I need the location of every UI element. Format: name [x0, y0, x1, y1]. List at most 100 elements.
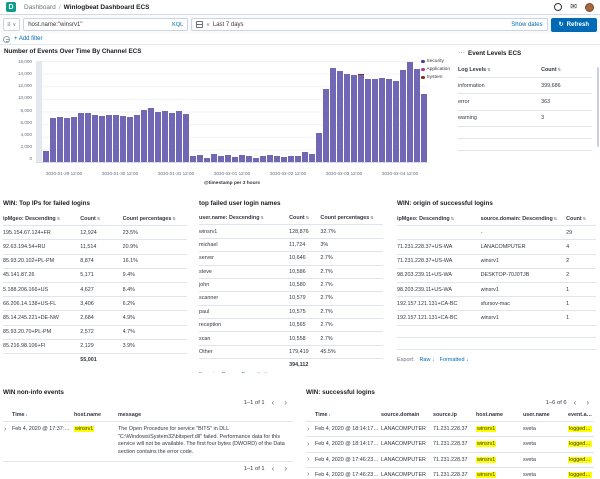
bar[interactable] — [218, 156, 224, 162]
bar[interactable] — [295, 156, 301, 162]
expand-row-icon[interactable]: › — [306, 422, 315, 436]
bar[interactable] — [141, 110, 147, 162]
bar[interactable] — [113, 115, 119, 162]
bar[interactable] — [204, 158, 210, 162]
filter-options-icon[interactable] — [3, 36, 10, 43]
expand-row-icon[interactable]: › — [306, 468, 315, 479]
bar[interactable] — [106, 115, 112, 162]
bar[interactable] — [372, 79, 378, 162]
show-dates-link[interactable]: Show dates — [511, 22, 542, 28]
next-page-icon[interactable]: › — [583, 399, 592, 407]
bar[interactable] — [365, 79, 371, 162]
bar[interactable] — [316, 133, 322, 162]
legend-item-security[interactable]: Security — [421, 59, 450, 64]
bar[interactable] — [120, 116, 126, 162]
bar[interactable] — [379, 78, 385, 162]
scrollbar[interactable] — [597, 67, 600, 147]
prev-page-icon[interactable]: ‹ — [571, 399, 580, 407]
column-header-username[interactable]: user.name: Descending — [199, 212, 289, 224]
bar[interactable] — [344, 74, 350, 162]
bar[interactable] — [148, 108, 154, 162]
column-header-event-action[interactable]: event.action — [568, 408, 594, 421]
bar[interactable] — [155, 112, 161, 162]
bar[interactable] — [169, 113, 175, 162]
bar[interactable] — [43, 151, 49, 162]
kql-label[interactable]: KQL — [168, 22, 183, 28]
bar[interactable] — [64, 118, 70, 162]
bar[interactable] — [386, 79, 392, 162]
column-header-count[interactable]: Count — [566, 212, 596, 225]
newsfeed-icon[interactable]: ✉ — [570, 3, 577, 11]
bar[interactable] — [78, 113, 84, 162]
bar[interactable] — [351, 75, 357, 162]
panel-options-icon[interactable]: ⋯ — [458, 50, 465, 57]
column-header-time[interactable]: Time↓ — [12, 408, 74, 421]
bar[interactable] — [309, 154, 315, 162]
legend-item-system[interactable]: System — [421, 75, 450, 80]
bar[interactable] — [225, 155, 231, 162]
bar[interactable] — [323, 89, 329, 162]
bar[interactable] — [260, 156, 266, 162]
bar[interactable] — [134, 115, 140, 162]
column-header-count[interactable]: Count — [541, 62, 592, 77]
column-header-username[interactable]: user.name — [523, 408, 568, 421]
expand-row-icon[interactable]: › — [306, 453, 315, 467]
bar[interactable] — [71, 117, 77, 162]
next-page-icon[interactable]: › — [281, 399, 290, 407]
bar[interactable] — [176, 111, 182, 162]
next-page-icon[interactable]: › — [281, 465, 290, 473]
column-header-hostname[interactable]: host.name — [74, 408, 118, 421]
refresh-button[interactable]: ↻ Refresh — [551, 18, 597, 32]
bar[interactable] — [197, 155, 203, 162]
column-header-source-domain[interactable]: source.domain — [381, 408, 433, 421]
breadcrumb-dashboard[interactable]: Dashboard — [24, 4, 56, 11]
bar[interactable] — [421, 94, 427, 162]
bar[interactable] — [330, 68, 336, 162]
column-header-ipmgeo[interactable]: ipMgeo: Descending — [3, 212, 80, 225]
saved-query-menu-button[interactable]: ≡ ∨ — [3, 18, 20, 31]
column-header-count[interactable]: Count — [80, 212, 122, 225]
bar[interactable] — [211, 154, 217, 162]
prev-page-icon[interactable]: ‹ — [269, 399, 278, 407]
bar[interactable] — [281, 157, 287, 162]
column-header-message[interactable]: message — [118, 408, 292, 421]
column-header-count-percentages[interactable]: Count percentages — [320, 212, 383, 224]
export-raw-link[interactable]: Raw ↓ — [419, 357, 434, 363]
bar[interactable] — [414, 69, 420, 162]
bar[interactable] — [162, 111, 168, 162]
expand-row-icon[interactable]: › — [3, 422, 12, 436]
bar[interactable] — [246, 156, 252, 162]
column-header-log-levels[interactable]: Log Levels — [458, 62, 541, 77]
bar[interactable] — [190, 156, 196, 162]
column-header-time[interactable]: Time↓ — [315, 408, 381, 421]
expand-row-icon[interactable]: › — [306, 437, 315, 451]
time-range-label[interactable]: Last 7 days — [213, 22, 244, 28]
column-header-count-percentages[interactable]: Count percentages — [123, 212, 187, 225]
date-picker[interactable]: ∨ Last 7 days Show dates — [191, 18, 547, 31]
bar[interactable] — [407, 62, 413, 162]
bar[interactable] — [393, 81, 399, 162]
bar[interactable] — [267, 155, 273, 162]
bar[interactable] — [239, 155, 245, 162]
bar[interactable] — [337, 71, 343, 162]
bar[interactable] — [358, 74, 364, 162]
dashboard-app-icon[interactable]: D — [6, 2, 16, 12]
column-header-source-domain[interactable]: source.domain: Descending — [481, 212, 567, 225]
bar[interactable] — [253, 158, 259, 162]
bar[interactable] — [85, 113, 91, 162]
bar[interactable] — [302, 152, 308, 162]
bar[interactable] — [92, 115, 98, 162]
user-avatar[interactable] — [585, 3, 594, 12]
column-header-source-ip[interactable]: source.ip — [433, 408, 476, 421]
legend-item-application[interactable]: Application — [421, 67, 450, 72]
column-header-count[interactable]: Count — [289, 212, 320, 224]
bar[interactable] — [400, 70, 406, 162]
add-filter-link[interactable]: + Add filter — [14, 36, 43, 42]
search-query-input[interactable]: host.name:"winsrv1" KQL — [23, 18, 188, 31]
column-header-ipmgeo[interactable]: ipMgeo: Descending — [397, 212, 481, 225]
bar[interactable] — [57, 117, 63, 162]
bar[interactable] — [127, 117, 133, 162]
bar[interactable] — [274, 156, 280, 162]
bar[interactable] — [288, 156, 294, 162]
export-formatted-link[interactable]: Formatted ↓ — [439, 357, 468, 363]
